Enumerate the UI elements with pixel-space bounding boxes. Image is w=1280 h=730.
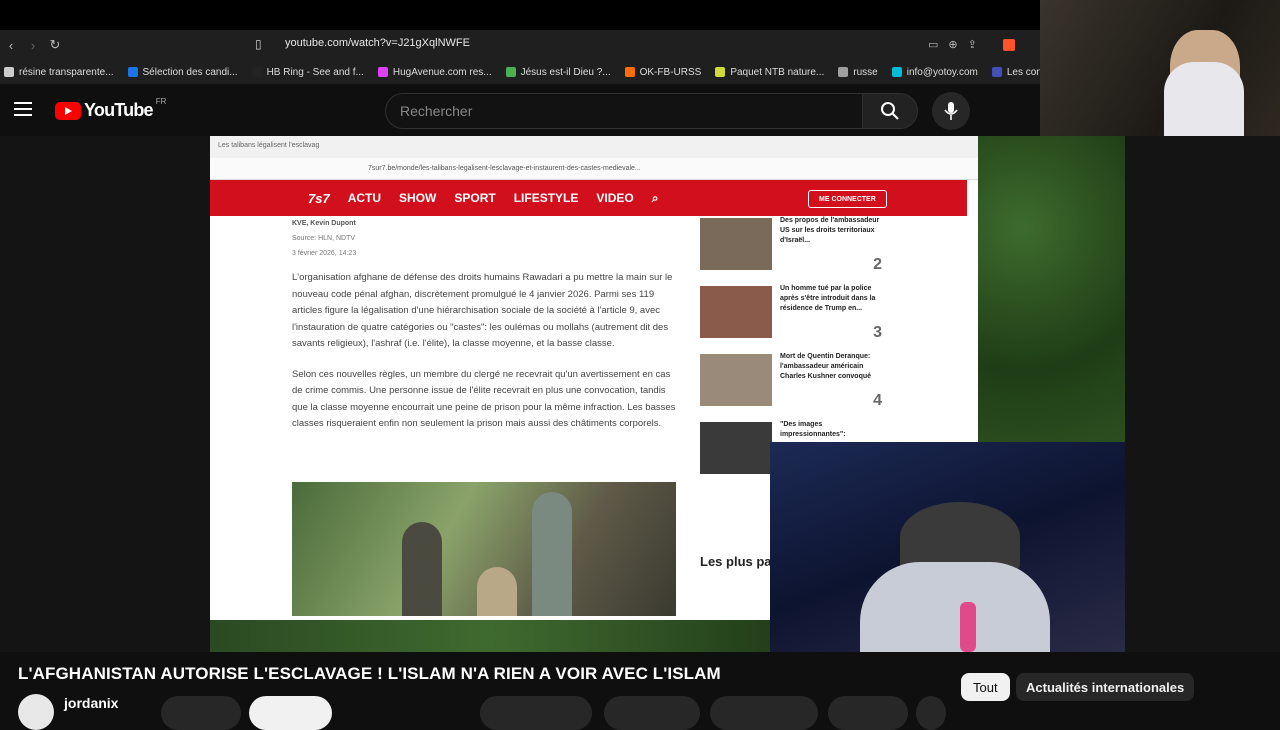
video-background-forest-bottom <box>210 620 770 652</box>
related-article-title: "Des images impressionnantes": <box>780 421 846 438</box>
bookmark-item[interactable]: info@yotoy.com <box>891 66 978 78</box>
chip-international-news[interactable]: Actualités internationales <box>1016 673 1195 701</box>
bookmarks-bar: résine transparente... Sélection des cand… <box>0 60 1040 84</box>
site-nav-item: SHOW <box>399 191 437 205</box>
save-button[interactable] <box>710 696 818 730</box>
bookmark-favicon-icon <box>251 67 262 77</box>
bookmark-item[interactable]: résine transparente... <box>4 67 114 78</box>
youtube-logo[interactable]: YouTube FR <box>55 97 167 121</box>
bookmark-favicon-icon <box>624 67 635 77</box>
youtube-play-icon <box>55 101 81 120</box>
bookmark-favicon-icon <box>377 67 388 77</box>
related-article-thumbnail <box>700 422 772 474</box>
bookmark-favicon-icon <box>715 67 726 77</box>
related-article-title: Des propos de l'ambassadeur US sur les d… <box>780 217 880 244</box>
url-field[interactable]: youtube.com/watch?v=J21gXqlNWFE <box>285 37 470 49</box>
related-article-rank: 2 <box>873 256 882 273</box>
bookmark-item[interactable]: OK-FB-URSS <box>624 66 702 78</box>
youtube-wordmark: YouTube <box>84 100 154 120</box>
site-logo: 7s7 <box>308 190 330 206</box>
site-nav-item: VIDEO <box>596 191 634 205</box>
site-nav-item: SPORT <box>454 191 496 205</box>
related-article-title: Un homme tué par la police après s'être … <box>780 285 876 312</box>
video-background-forest <box>978 136 1125 442</box>
like-dislike-button[interactable] <box>480 696 592 730</box>
bookmark-label: OK-FB-URSS <box>639 66 702 78</box>
bookmark-favicon-icon <box>991 67 1002 77</box>
reload-icon[interactable]: ↻ <box>44 34 66 56</box>
share-button[interactable] <box>604 696 700 730</box>
article-meta: KVE, Kevin Dupont Source: HLN, NDTV 3 fé… <box>292 220 357 257</box>
subscribe-button[interactable] <box>249 696 332 730</box>
bookmark-favicon-icon <box>838 67 849 77</box>
related-article-rank: 3 <box>873 324 882 341</box>
related-article: Des propos de l'ambassadeur US sur les d… <box>698 216 888 284</box>
bookmark-label: Sélection des candi... <box>142 66 238 78</box>
search-input[interactable]: Rechercher <box>385 93 863 129</box>
related-article-thumbnail <box>700 354 772 406</box>
bookmark-label: russe <box>853 66 878 78</box>
related-article-thumbnail <box>700 286 772 338</box>
article-paragraph: Selon ces nouvelles règles, un membre du… <box>292 368 676 430</box>
join-button[interactable] <box>161 696 241 730</box>
article-photo <box>292 482 676 616</box>
chip-all[interactable]: Tout <box>961 673 1010 701</box>
video-title: L'AFGHANISTAN AUTORISE L'ESCLAVAGE ! L'I… <box>18 664 721 683</box>
bookmark-label: Jésus est-il Dieu ?... <box>520 66 611 78</box>
menu-icon[interactable] <box>14 102 32 116</box>
site-search-icon: ⌕ <box>651 190 659 205</box>
connect-button: ME CONNECTER <box>808 190 887 208</box>
browser-titlebar <box>0 0 1040 30</box>
bookmark-label: Les concours d'aute... <box>1006 66 1040 78</box>
bookmark-item[interactable]: Les concours d'aute... <box>991 66 1040 78</box>
bookmark-label: info@yotoy.com <box>906 66 978 78</box>
forward-icon[interactable]: › <box>22 34 44 56</box>
back-icon[interactable]: ‹ <box>0 34 22 56</box>
bookmark-item[interactable]: russe <box>838 66 878 78</box>
bookmark-label: HugAvenue.com res... <box>392 66 492 78</box>
channel-avatar[interactable] <box>18 694 54 730</box>
related-article-thumbnail <box>700 218 772 270</box>
bookmark-favicon-icon <box>505 67 516 77</box>
extensions-icons[interactable]: ▭⊕⇪ <box>928 38 987 51</box>
bookmark-icon[interactable]: ▯ <box>255 37 262 51</box>
more-actions-button[interactable] <box>828 696 908 730</box>
bookmark-label: résine transparente... <box>19 66 114 78</box>
search-button[interactable] <box>862 93 918 129</box>
article-url: 7sur7.be/monde/les-talibans-legalisent-l… <box>210 158 978 180</box>
article-body: L'organisation afghane de défense des dr… <box>292 270 682 447</box>
webcam-overlay-top <box>1040 0 1280 136</box>
most-read-heading: Les plus pa <box>700 554 772 569</box>
bookmark-item[interactable]: Jésus est-il Dieu ?... <box>505 66 611 78</box>
overflow-button[interactable] <box>916 696 946 730</box>
bookmark-favicon-icon <box>127 67 138 77</box>
browser-address-bar: ‹ › ↻ ▯ youtube.com/watch?v=J21gXqlNWFE … <box>0 30 1040 60</box>
related-article-title: Mort de Quentin Deranque: l'ambassadeur … <box>780 353 872 380</box>
article-paragraph: L'organisation afghane de défense des dr… <box>292 272 673 349</box>
site-nav-item: LIFESTYLE <box>513 191 579 205</box>
voice-search-button[interactable] <box>932 92 970 130</box>
related-article: Un homme tué par la police après s'être … <box>698 284 888 352</box>
article-tab: Les talibans légalisent l'esclavag <box>210 136 978 158</box>
brave-shield-icon[interactable] <box>1003 39 1015 51</box>
bookmark-item[interactable]: Paquet NTB nature... <box>715 67 824 78</box>
related-article: Mort de Quentin Deranque: l'ambassadeur … <box>698 352 888 420</box>
region-code: FR <box>155 97 167 106</box>
bookmark-item[interactable]: Sélection des candi... <box>127 66 238 78</box>
bookmark-label: HB Ring - See and f... <box>266 66 364 78</box>
bookmark-favicon-icon <box>891 67 902 77</box>
bookmark-label: Paquet NTB nature... <box>730 66 825 78</box>
related-article-rank: 4 <box>873 392 882 409</box>
site-nav-item: ACTU <box>347 191 382 205</box>
channel-name[interactable]: jordanix <box>64 695 118 711</box>
webcam-overlay-bottom <box>770 442 1125 652</box>
search-icon <box>881 102 899 120</box>
microphone-icon <box>944 102 958 120</box>
bookmark-favicon-icon <box>4 67 14 77</box>
bookmark-item[interactable]: HugAvenue.com res... <box>377 66 492 78</box>
bookmark-item[interactable]: HB Ring - See and f... <box>251 66 364 78</box>
